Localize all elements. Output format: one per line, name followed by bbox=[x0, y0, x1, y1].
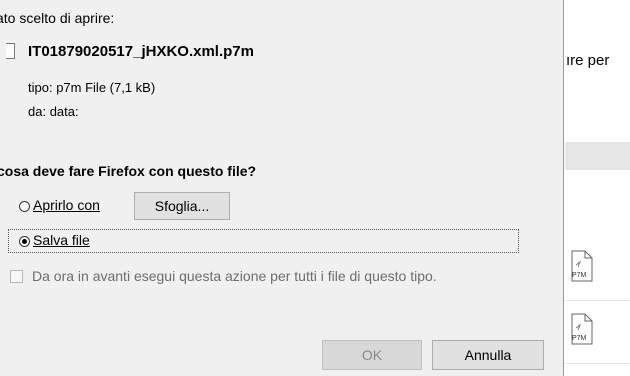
save-file-label-text: Salva file bbox=[33, 232, 90, 248]
file-type-row: tipo: p7m File (7,1 kB) bbox=[28, 80, 155, 95]
open-with-radio[interactable] bbox=[19, 201, 30, 212]
dialog-intro-text: ato scelto di aprire: bbox=[0, 10, 115, 26]
open-with-label-text: Aprirlo con bbox=[33, 197, 100, 213]
ok-button[interactable]: OK bbox=[322, 340, 422, 370]
action-question: cosa deve fare Firefox con questo file? bbox=[0, 163, 257, 179]
always-do-this-checkbox[interactable] bbox=[10, 270, 23, 283]
file-icon bbox=[6, 43, 15, 59]
background-text-fragment: ıre per bbox=[566, 52, 610, 69]
background-table-header bbox=[565, 142, 630, 170]
file-source-value: data: bbox=[49, 104, 79, 119]
file-name: IT01879020517_jHXKO.xml.p7m bbox=[28, 43, 254, 60]
always-do-this-label[interactable]: Da ora in avanti esegui questa azione pe… bbox=[32, 268, 437, 284]
file-source-row: da: data: bbox=[28, 104, 79, 119]
p7m-file-icon: P7M bbox=[571, 313, 593, 345]
open-with-label[interactable]: Aprirlo con bbox=[33, 197, 100, 213]
browse-button[interactable]: Sfoglia... bbox=[134, 192, 230, 220]
save-file-label[interactable]: Salva file bbox=[33, 232, 90, 248]
background-file-row[interactable]: P7M bbox=[565, 238, 630, 301]
p7m-file-icon: P7M bbox=[571, 250, 593, 282]
save-file-radio[interactable] bbox=[19, 236, 30, 247]
cancel-button[interactable]: Annulla bbox=[432, 340, 544, 370]
p7m-icon-label: P7M bbox=[572, 335, 587, 342]
file-type-label: tipo: bbox=[28, 80, 53, 95]
file-source-label: da: bbox=[28, 104, 47, 119]
file-type-value: p7m File (7,1 kB) bbox=[56, 80, 156, 95]
download-dialog: ato scelto di aprire: IT01879020517_jHXK… bbox=[0, 0, 564, 376]
background-file-row[interactable]: P7M bbox=[565, 301, 630, 364]
p7m-icon-label: P7M bbox=[572, 272, 587, 279]
